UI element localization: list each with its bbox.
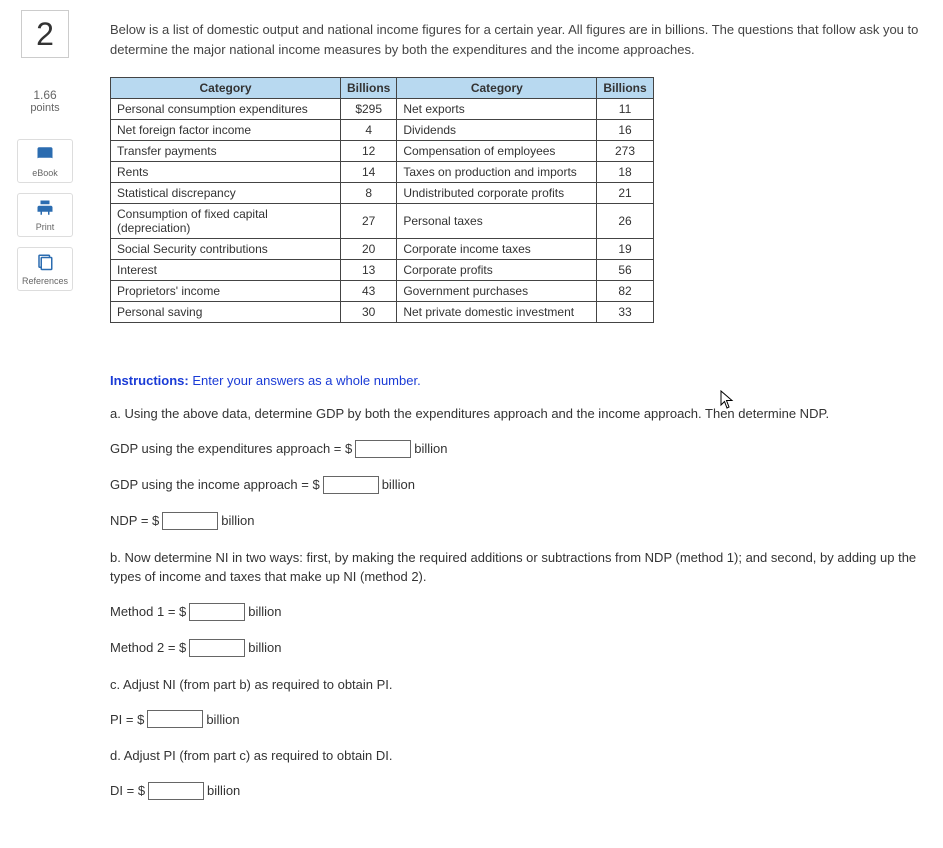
question-c: c. Adjust NI (from part b) as required t… [110, 675, 933, 695]
points-box: 1.66 points [30, 88, 59, 114]
table-row: Social Security contributions20Corporate… [111, 239, 654, 260]
table-cell-value: 273 [597, 141, 653, 162]
table-header-billions: Billions [341, 78, 397, 99]
question-number: 2 [36, 16, 54, 53]
table-cell-value: 13 [341, 260, 397, 281]
table-cell-category: Statistical discrepancy [111, 183, 341, 204]
print-button[interactable]: Print [17, 193, 73, 237]
table-cell-category: Taxes on production and imports [397, 162, 597, 183]
references-icon [36, 253, 54, 274]
table-cell-category: Corporate income taxes [397, 239, 597, 260]
table-row: Rents14Taxes on production and imports18 [111, 162, 654, 183]
table-row: Proprietors' income43Government purchase… [111, 281, 654, 302]
table-cell-category: Net foreign factor income [111, 120, 341, 141]
table-cell-category: Proprietors' income [111, 281, 341, 302]
table-cell-value: 30 [341, 302, 397, 323]
unit-billion: billion [206, 712, 239, 727]
question-b: b. Now determine NI in two ways: first, … [110, 548, 933, 587]
table-header-category: Category [111, 78, 341, 99]
intro-text: Below is a list of domestic output and n… [110, 20, 933, 59]
table-cell-category: Net private domestic investment [397, 302, 597, 323]
ebook-label: eBook [32, 168, 58, 178]
table-cell-category: Social Security contributions [111, 239, 341, 260]
unit-billion: billion [207, 783, 240, 798]
table-cell-category: Interest [111, 260, 341, 281]
printer-icon [36, 199, 54, 220]
print-label: Print [36, 222, 55, 232]
table-cell-value: 16 [597, 120, 653, 141]
points-label: points [30, 102, 59, 114]
table-cell-category: Rents [111, 162, 341, 183]
question-d: d. Adjust PI (from part c) as required t… [110, 746, 933, 766]
table-cell-category: Transfer payments [111, 141, 341, 162]
table-cell-category: Net exports [397, 99, 597, 120]
table-cell-value: 20 [341, 239, 397, 260]
table-cell-value: 26 [597, 204, 653, 239]
table-row: Transfer payments12Compensation of emplo… [111, 141, 654, 162]
table-cell-value: $295 [341, 99, 397, 120]
unit-billion: billion [248, 640, 281, 655]
table-header-billions-2: Billions [597, 78, 653, 99]
pi-label: PI = $ [110, 712, 144, 727]
question-a: a. Using the above data, determine GDP b… [110, 404, 933, 424]
table-cell-value: 43 [341, 281, 397, 302]
table-cell-category: Personal taxes [397, 204, 597, 239]
unit-billion: billion [414, 441, 447, 456]
table-cell-value: 19 [597, 239, 653, 260]
table-cell-value: 33 [597, 302, 653, 323]
gdp-exp-label: GDP using the expenditures approach = $ [110, 441, 352, 456]
table-row: Statistical discrepancy8Undistributed co… [111, 183, 654, 204]
table-cell-category: Government purchases [397, 281, 597, 302]
points-value: 1.66 [30, 88, 59, 102]
table-cell-value: 4 [341, 120, 397, 141]
pi-input[interactable] [147, 710, 203, 728]
table-cell-value: 27 [341, 204, 397, 239]
method1-label: Method 1 = $ [110, 604, 186, 619]
instructions-label: Instructions: [110, 373, 189, 388]
gdp-inc-label: GDP using the income approach = $ [110, 477, 320, 492]
gdp-exp-input[interactable] [355, 440, 411, 458]
table-cell-category: Dividends [397, 120, 597, 141]
table-row: Interest13Corporate profits56 [111, 260, 654, 281]
table-cell-category: Personal saving [111, 302, 341, 323]
unit-billion: billion [248, 604, 281, 619]
method1-input[interactable] [189, 603, 245, 621]
table-cell-value: 11 [597, 99, 653, 120]
question-number-box: 2 [21, 10, 69, 58]
references-label: References [22, 276, 68, 286]
table-cell-value: 18 [597, 162, 653, 183]
di-label: DI = $ [110, 783, 145, 798]
method2-label: Method 2 = $ [110, 640, 186, 655]
table-cell-category: Consumption of fixed capital (depreciati… [111, 204, 341, 239]
table-cell-value: 14 [341, 162, 397, 183]
unit-billion: billion [382, 477, 415, 492]
table-header-category-2: Category [397, 78, 597, 99]
ebook-button[interactable]: eBook [17, 139, 73, 183]
table-cell-category: Compensation of employees [397, 141, 597, 162]
table-row: Personal saving30Net private domestic in… [111, 302, 654, 323]
ndp-label: NDP = $ [110, 513, 159, 528]
table-row: Personal consumption expenditures$295Net… [111, 99, 654, 120]
cursor-icon [720, 390, 734, 413]
method2-input[interactable] [189, 639, 245, 657]
instructions-line: Instructions: Enter your answers as a wh… [110, 373, 933, 388]
unit-billion: billion [221, 513, 254, 528]
table-cell-value: 8 [341, 183, 397, 204]
ndp-input[interactable] [162, 512, 218, 530]
data-table: Category Billions Category Billions Pers… [110, 77, 654, 323]
table-cell-category: Corporate profits [397, 260, 597, 281]
di-input[interactable] [148, 782, 204, 800]
table-cell-category: Personal consumption expenditures [111, 99, 341, 120]
table-cell-value: 12 [341, 141, 397, 162]
table-row: Consumption of fixed capital (depreciati… [111, 204, 654, 239]
table-cell-category: Undistributed corporate profits [397, 183, 597, 204]
instructions-text: Enter your answers as a whole number. [189, 373, 421, 388]
references-button[interactable]: References [17, 247, 73, 291]
table-cell-value: 21 [597, 183, 653, 204]
gdp-inc-input[interactable] [323, 476, 379, 494]
table-cell-value: 56 [597, 260, 653, 281]
table-row: Net foreign factor income4Dividends16 [111, 120, 654, 141]
book-icon [36, 145, 54, 166]
table-cell-value: 82 [597, 281, 653, 302]
